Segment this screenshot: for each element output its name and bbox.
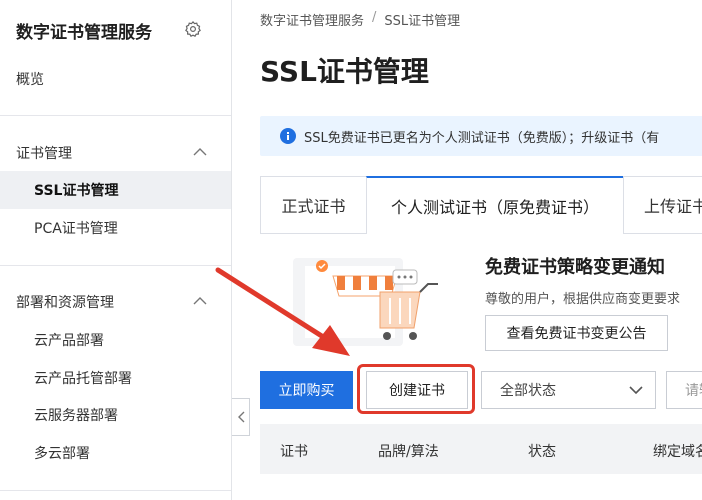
column-header: 证书: [280, 444, 308, 460]
sidebar-item-pca[interactable]: PCA证书管理: [0, 209, 231, 247]
highlight-box: [357, 364, 475, 414]
chevron-up-icon: [193, 297, 207, 305]
promo-subtitle: 尊敬的用户，根据供应商变更要求: [485, 292, 681, 307]
search-input[interactable]: 请输: [666, 371, 702, 409]
sidebar-item-cloud-deploy[interactable]: 云产品部署: [0, 321, 231, 359]
shopping-cart-illustration: [293, 258, 438, 346]
info-icon: [280, 128, 296, 144]
sidebar-item-hosted-deploy[interactable]: 云产品托管部署: [0, 359, 231, 397]
tab-formal[interactable]: 正式证书: [260, 176, 367, 234]
sidebar-collapse-button[interactable]: [232, 398, 250, 436]
column-header: 绑定域名: [653, 444, 702, 460]
divider: [0, 115, 231, 116]
sidebar: 数字证书管理服务 概览 证书管理 SSL证书管理 PCA证书管理 部署和资源管理…: [0, 0, 231, 500]
sidebar-title: 数字证书管理服务: [16, 23, 152, 43]
chevron-down-icon: [629, 386, 643, 395]
sidebar-group-deploy[interactable]: 部署和资源管理: [0, 283, 231, 321]
view-announcement-button[interactable]: 查看免费证书变更公告: [485, 315, 668, 351]
breadcrumb-item: SSL证书管理: [384, 14, 461, 29]
column-header: 品牌/算法: [378, 444, 439, 460]
chevron-left-icon: [237, 411, 244, 423]
sidebar-group-cert[interactable]: 证书管理: [0, 134, 231, 172]
sidebar-item-overview[interactable]: 概览: [0, 60, 231, 98]
sidebar-item-server-deploy[interactable]: 云服务器部署: [0, 396, 231, 434]
table-header: 证书 品牌/算法 状态 绑定域名: [260, 424, 702, 474]
divider: [0, 265, 231, 266]
notice-text: SSL免费证书已更名为个人测试证书（免费版）；升级证书（有: [304, 130, 660, 146]
status-select[interactable]: 全部状态: [481, 371, 656, 409]
breadcrumb: 数字证书管理服务 / SSL证书管理: [260, 10, 460, 29]
sidebar-item-ssl[interactable]: SSL证书管理: [0, 171, 231, 209]
gear-icon[interactable]: [184, 20, 202, 38]
chevron-up-icon: [193, 148, 207, 156]
tab-personal-test[interactable]: 个人测试证书（原免费证书）: [366, 176, 624, 234]
promo-title: 免费证书策略变更通知: [485, 257, 665, 278]
tab-upload[interactable]: 上传证书: [623, 176, 702, 234]
breadcrumb-separator: /: [372, 10, 377, 25]
sidebar-item-multicloud-deploy[interactable]: 多云部署: [0, 434, 231, 472]
divider: [0, 490, 231, 491]
breadcrumb-item[interactable]: 数字证书管理服务: [260, 10, 364, 29]
sidebar-group-label: 证书管理: [16, 146, 72, 162]
sidebar-group-label: 部署和资源管理: [16, 295, 114, 311]
buy-now-button[interactable]: 立即购买: [260, 371, 353, 409]
page-title: SSL证书管理: [260, 55, 429, 88]
column-header: 状态: [528, 444, 556, 460]
tab-bar: 正式证书 个人测试证书（原免费证书） 上传证书: [260, 176, 702, 234]
notice-banner: SSL免费证书已更名为个人测试证书（免费版）；升级证书（有: [260, 116, 702, 156]
app-root: 数字证书管理服务 概览 证书管理 SSL证书管理 PCA证书管理 部署和资源管理…: [0, 0, 702, 500]
status-select-value: 全部状态: [500, 383, 556, 399]
